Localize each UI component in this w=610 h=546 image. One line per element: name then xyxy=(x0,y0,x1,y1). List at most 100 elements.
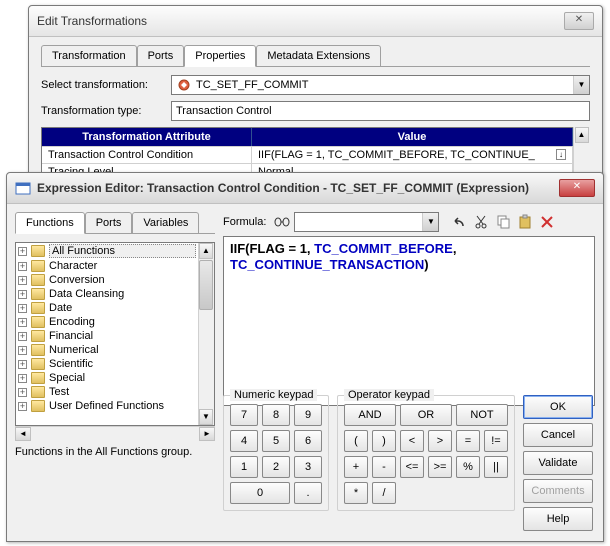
expand-icon[interactable]: + xyxy=(18,388,27,397)
comments-button[interactable]: Comments xyxy=(523,479,593,503)
tree-item[interactable]: +Numerical xyxy=(16,343,198,357)
op-key[interactable]: NOT xyxy=(456,404,508,426)
find-icon[interactable] xyxy=(272,212,292,232)
ellipsis-icon[interactable]: ↓ xyxy=(556,149,566,160)
ok-button[interactable]: OK xyxy=(523,395,593,419)
delete-icon[interactable] xyxy=(537,212,557,232)
numpad-key-7[interactable]: 7 xyxy=(230,404,258,426)
help-button[interactable]: Help xyxy=(523,507,593,531)
numpad-key-5[interactable]: 5 xyxy=(262,430,290,452)
tab-functions[interactable]: Functions xyxy=(15,212,85,234)
close-icon[interactable]: ✕ xyxy=(559,179,595,197)
tree-item[interactable]: +Special xyxy=(16,371,198,385)
op-key[interactable]: % xyxy=(456,456,480,478)
validate-button[interactable]: Validate xyxy=(523,451,593,475)
op-key[interactable]: = xyxy=(456,430,480,452)
op-key[interactable]: ) xyxy=(372,430,396,452)
numpad-key-2[interactable]: 2 xyxy=(262,456,290,478)
expand-icon[interactable]: + xyxy=(18,276,27,285)
tab-metadata-extensions[interactable]: Metadata Extensions xyxy=(256,45,381,66)
chevron-down-icon[interactable]: ▼ xyxy=(422,213,438,231)
tab-variables[interactable]: Variables xyxy=(132,212,199,233)
cut-icon[interactable] xyxy=(471,212,491,232)
tree-item[interactable]: +Scientific xyxy=(16,357,198,371)
tab-transformation[interactable]: Transformation xyxy=(41,45,137,66)
expand-icon[interactable]: + xyxy=(18,332,27,341)
op-key[interactable]: != xyxy=(484,430,508,452)
select-transformation-dropdown[interactable]: TC_SET_FF_COMMIT ▼ xyxy=(171,75,590,95)
op-key[interactable]: + xyxy=(344,456,368,478)
numpad-key-9[interactable]: 9 xyxy=(294,404,322,426)
tree-item[interactable]: +Date xyxy=(16,301,198,315)
op-key[interactable]: * xyxy=(344,482,368,504)
numpad-key-8[interactable]: 8 xyxy=(262,404,290,426)
op-key[interactable]: > xyxy=(428,430,452,452)
tree-item[interactable]: + All Functions xyxy=(16,243,198,259)
numpad-key-6[interactable]: 6 xyxy=(294,430,322,452)
vertical-scrollbar[interactable]: ▲ ▼ xyxy=(198,243,214,425)
scroll-up-icon[interactable]: ▲ xyxy=(575,127,589,143)
scroll-thumb[interactable] xyxy=(199,260,213,310)
paste-icon[interactable] xyxy=(515,212,535,232)
tree-item[interactable]: +User Defined Functions xyxy=(16,399,198,413)
op-key[interactable]: OR xyxy=(400,404,452,426)
scroll-down-icon[interactable]: ▼ xyxy=(199,409,213,425)
scroll-left-icon[interactable]: ◄ xyxy=(15,427,31,441)
formula-textarea[interactable]: IIF(FLAG = 1, TC_COMMIT_BEFORE, TC_CONTI… xyxy=(223,236,595,406)
scroll-up-icon[interactable]: ▲ xyxy=(199,243,213,259)
chevron-down-icon[interactable]: ▼ xyxy=(573,76,589,94)
tree-item[interactable]: +Financial xyxy=(16,329,198,343)
numpad-key-dot[interactable]: . xyxy=(294,482,322,504)
numpad-key-0[interactable]: 0 xyxy=(230,482,290,504)
transformation-type-label: Transformation type: xyxy=(41,105,171,117)
tab-ports[interactable]: Ports xyxy=(85,212,133,233)
operator-keypad: Operator keypad ANDORNOT()<>=!=+-<=>=%||… xyxy=(337,395,515,511)
tab-ports[interactable]: Ports xyxy=(137,45,185,66)
expand-icon[interactable]: + xyxy=(18,290,27,299)
copy-icon[interactable] xyxy=(493,212,513,232)
tree-item[interactable]: +Test xyxy=(16,385,198,399)
status-text: Functions in the All Functions group. xyxy=(15,446,215,458)
tree-label: Data Cleansing xyxy=(49,288,196,300)
numpad-key-1[interactable]: 1 xyxy=(230,456,258,478)
expand-icon[interactable]: + xyxy=(18,304,27,313)
expand-icon[interactable]: + xyxy=(18,360,27,369)
tree-label: All Functions xyxy=(49,244,196,258)
functions-tree[interactable]: +All Functions+Character+Conversion+Data… xyxy=(15,242,215,426)
tree-item[interactable]: + Data Cleansing xyxy=(16,287,198,301)
op-key[interactable]: < xyxy=(400,430,424,452)
op-key[interactable]: <= xyxy=(400,456,424,478)
op-key[interactable]: || xyxy=(484,456,508,478)
op-key[interactable]: - xyxy=(372,456,396,478)
tree-item[interactable]: +Character xyxy=(16,259,198,273)
expression-editor-window: Expression Editor: Transaction Control C… xyxy=(6,172,604,542)
expand-icon[interactable]: + xyxy=(18,374,27,383)
tree-item[interactable]: +Conversion xyxy=(16,273,198,287)
scroll-right-icon[interactable]: ► xyxy=(199,427,215,441)
tab-properties[interactable]: Properties xyxy=(184,45,256,67)
numpad-key-3[interactable]: 3 xyxy=(294,456,322,478)
expand-icon[interactable]: + xyxy=(18,262,27,271)
transformation-icon xyxy=(176,77,192,93)
find-dropdown[interactable]: ▼ xyxy=(294,212,439,232)
undo-icon[interactable] xyxy=(449,212,469,232)
left-tabs: Functions Ports Variables xyxy=(15,212,215,234)
numpad-key-4[interactable]: 4 xyxy=(230,430,258,452)
expand-icon[interactable]: + xyxy=(18,318,27,327)
titlebar[interactable]: Expression Editor: Transaction Control C… xyxy=(7,173,603,204)
horizontal-scrollbar[interactable]: ◄ ► xyxy=(15,426,215,442)
titlebar[interactable]: Edit Transformations ✕ xyxy=(29,6,602,37)
op-key[interactable]: ( xyxy=(344,430,368,452)
folder-icon xyxy=(31,302,45,314)
op-key[interactable]: / xyxy=(372,482,396,504)
expand-icon[interactable]: + xyxy=(18,346,27,355)
expand-icon[interactable]: + xyxy=(18,402,27,411)
cancel-button[interactable]: Cancel xyxy=(523,423,593,447)
grid-row[interactable]: Transaction Control Condition IIF(FLAG =… xyxy=(42,146,573,163)
tree-item[interactable]: +Encoding xyxy=(16,315,198,329)
op-key[interactable]: AND xyxy=(344,404,396,426)
transformation-type-field xyxy=(171,101,590,121)
op-key[interactable]: >= xyxy=(428,456,452,478)
close-icon[interactable]: ✕ xyxy=(564,12,594,30)
expand-icon[interactable]: + xyxy=(18,247,27,256)
